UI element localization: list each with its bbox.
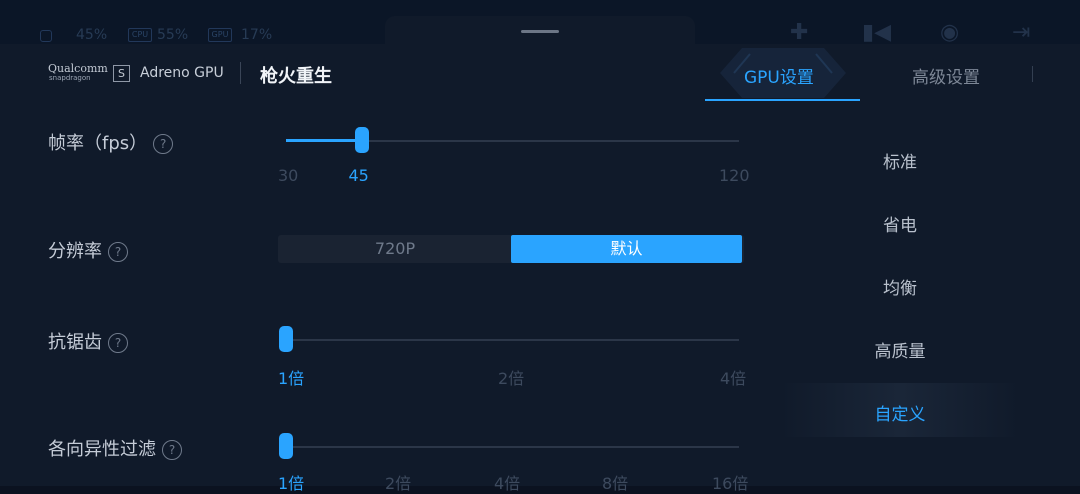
fps-current-value: 45	[348, 166, 369, 185]
resolution-segmented-control: 720P 默认	[278, 235, 744, 263]
preset-custom[interactable]: 自定义	[780, 400, 1020, 425]
cpu-value: 55%	[157, 27, 189, 43]
resolution-option-default[interactable]: 默认	[511, 235, 742, 263]
header-divider	[240, 62, 241, 84]
fps-slider-fill	[286, 139, 362, 142]
antialiasing-tick-4x: 4倍	[720, 369, 747, 388]
fps-max-label: 120	[719, 166, 750, 185]
fps-min-label: 30	[278, 166, 299, 185]
fps-label-row: 帧率（fps）?	[48, 129, 174, 155]
antialiasing-slider-track[interactable]	[286, 339, 739, 341]
fps-label: 帧率（fps）	[48, 133, 148, 154]
anisotropic-tick-8x: 8倍	[602, 474, 629, 493]
help-icon[interactable]: ?	[108, 242, 128, 262]
gpu-icon: GPU	[208, 28, 232, 42]
tab-divider	[1032, 66, 1033, 82]
battery-value: 45%	[76, 27, 108, 43]
cpu-icon: CPU	[128, 28, 152, 42]
anisotropic-tick-1x: 1倍	[278, 474, 305, 493]
anisotropic-tick-2x: 2倍	[385, 474, 412, 493]
help-icon[interactable]: ?	[108, 333, 128, 353]
resolution-option-720p[interactable]: 720P	[278, 235, 512, 263]
tab-gpu-settings[interactable]: GPU设置	[744, 63, 814, 88]
game-title: 枪火重生	[260, 66, 332, 87]
antialiasing-label: 抗锯齿	[48, 332, 102, 353]
drag-handle[interactable]	[521, 30, 559, 33]
tab-active-indicator	[705, 99, 860, 101]
snapdragon-logo: snapdragon	[49, 74, 91, 82]
anisotropic-slider-track[interactable]	[286, 446, 739, 448]
tab-advanced-settings[interactable]: 高级设置	[912, 63, 980, 88]
resolution-label-row: 分辨率?	[48, 237, 128, 263]
anisotropic-tick-4x: 4倍	[494, 474, 521, 493]
help-icon[interactable]: ?	[162, 440, 182, 460]
antialiasing-tick-1x: 1倍	[278, 369, 305, 388]
battery-icon	[40, 30, 52, 42]
resolution-label: 分辨率	[48, 241, 102, 262]
antialiasing-tick-2x: 2倍	[498, 369, 525, 388]
anisotropic-label-row: 各向异性过滤?	[48, 435, 182, 461]
preset-high-quality[interactable]: 高质量	[780, 337, 1020, 362]
disc-icon[interactable]: ◉	[940, 22, 959, 44]
anisotropic-tick-16x: 16倍	[712, 474, 749, 493]
adreno-label: Adreno GPU	[140, 65, 224, 81]
help-icon[interactable]: ?	[153, 134, 174, 154]
antialiasing-slider-thumb[interactable]	[279, 326, 293, 352]
gpu-value: 17%	[241, 27, 273, 43]
anisotropic-label: 各向异性过滤	[48, 439, 156, 460]
video-icon[interactable]: ▮◀	[862, 22, 891, 44]
exit-icon[interactable]: ⇥	[1012, 22, 1030, 44]
antialiasing-label-row: 抗锯齿?	[48, 328, 128, 354]
preset-power-saving[interactable]: 省电	[780, 211, 1020, 236]
preset-balanced[interactable]: 均衡	[780, 274, 1020, 299]
preset-standard[interactable]: 标准	[780, 148, 1020, 173]
adreno-icon: S	[113, 65, 130, 82]
gamepad-icon[interactable]: ✚	[790, 22, 808, 44]
fps-slider-thumb[interactable]	[354, 127, 369, 153]
anisotropic-slider-thumb[interactable]	[279, 433, 293, 459]
